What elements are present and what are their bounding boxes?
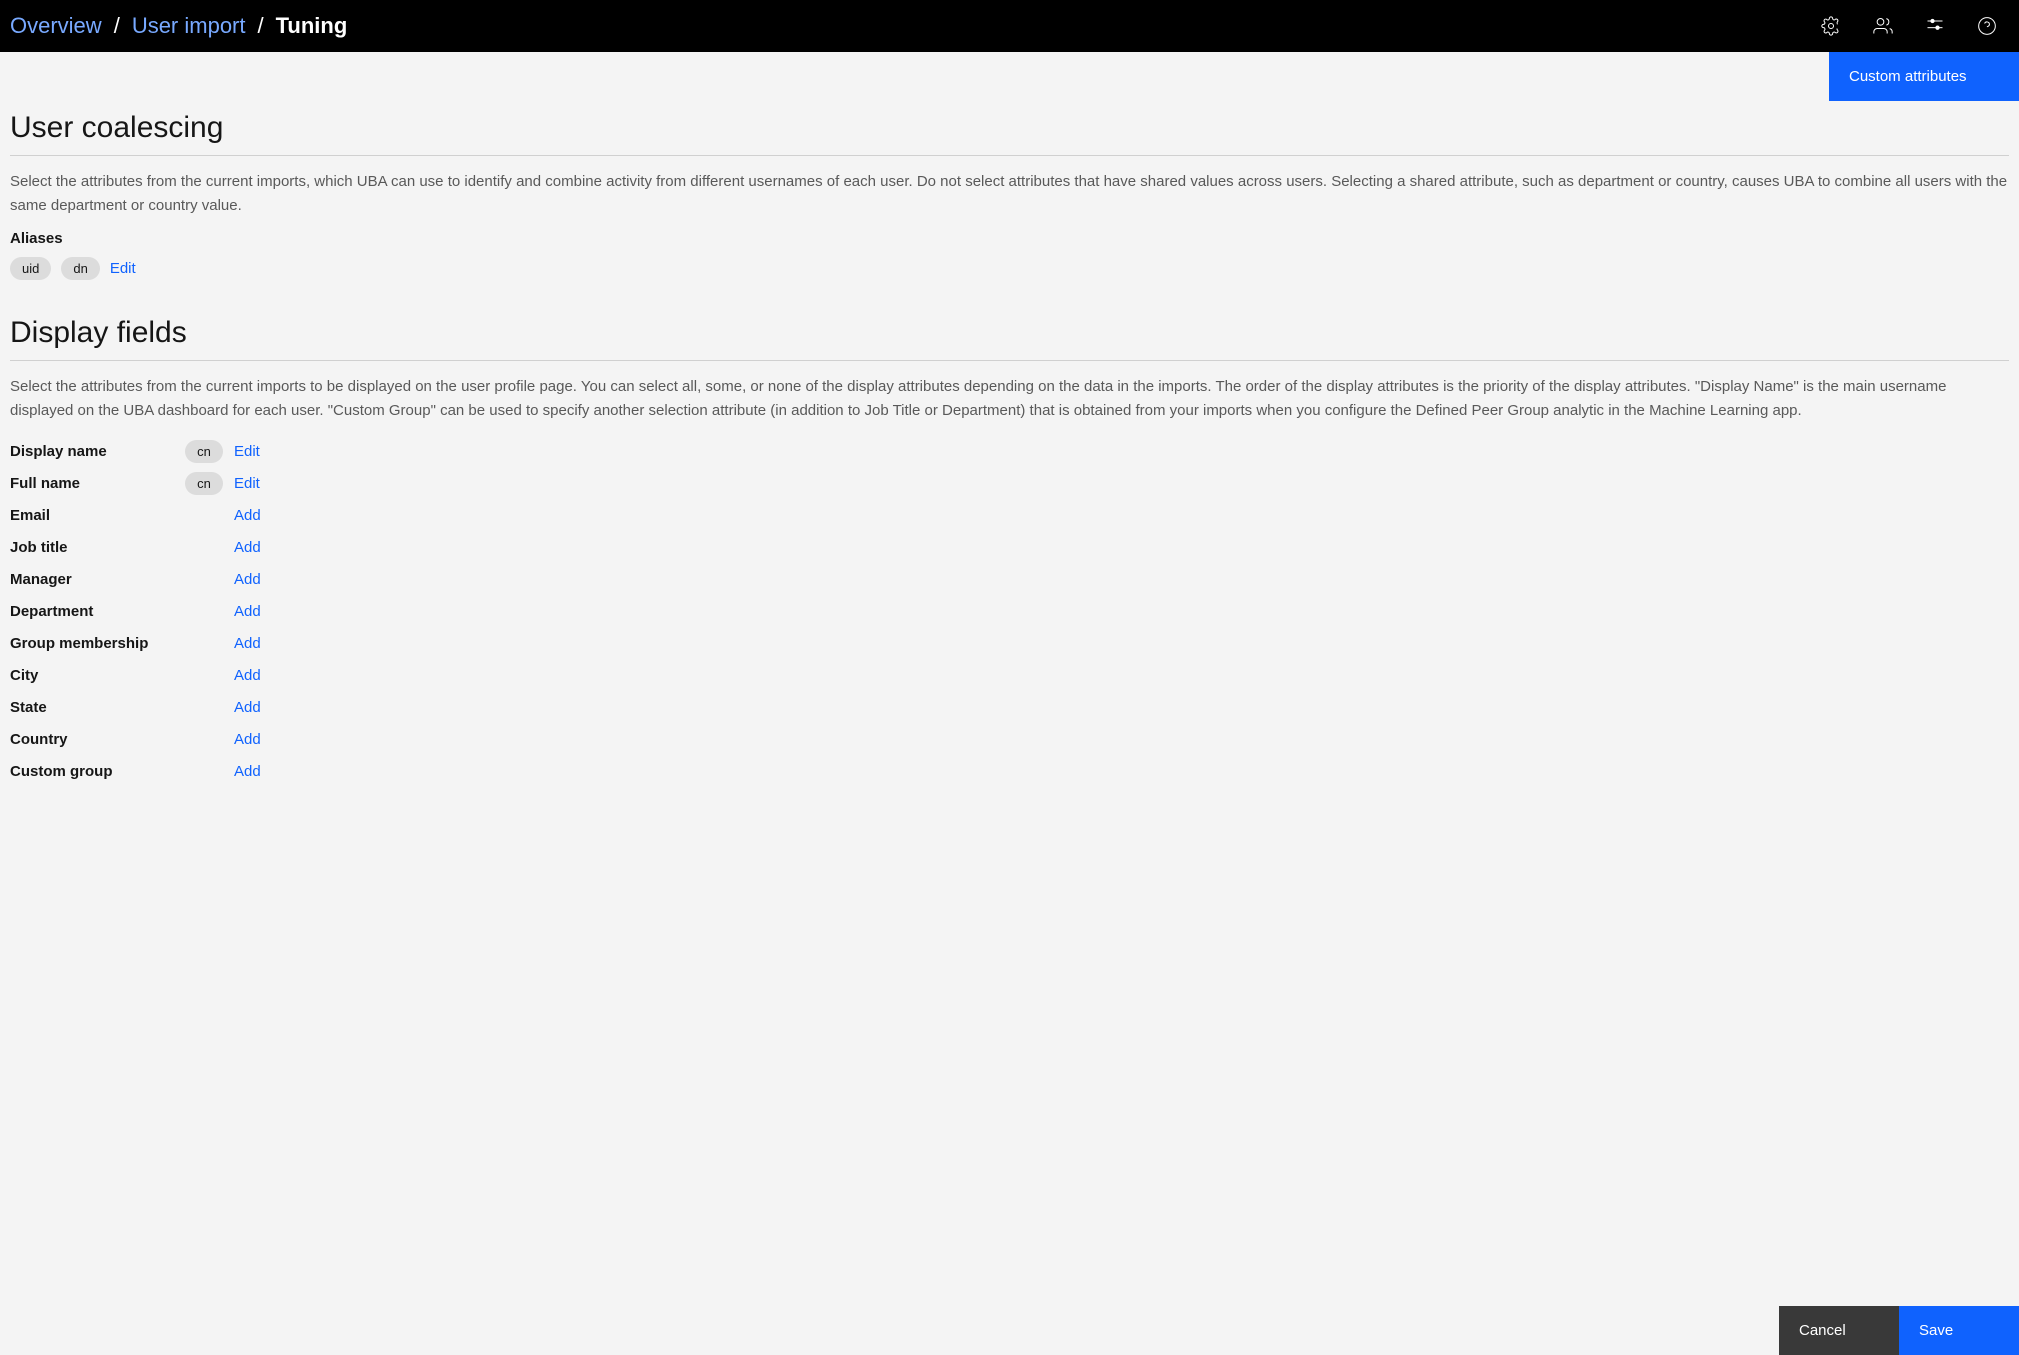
header-icons: [1809, 4, 2009, 48]
section-heading: User coalescing: [10, 111, 2009, 156]
field-row: Group membership Add: [10, 627, 2009, 659]
custom-attributes-button[interactable]: Custom attributes: [1829, 52, 2019, 101]
top-actions: Custom attributes: [0, 52, 2019, 101]
add-field-link[interactable]: Add: [234, 635, 261, 652]
add-field-link[interactable]: Add: [234, 763, 261, 780]
field-row: Full namecn Edit: [10, 467, 2009, 499]
add-field-link[interactable]: Add: [234, 699, 261, 716]
field-row: Display namecn Edit: [10, 435, 2009, 467]
section-description: Select the attributes from the current i…: [10, 170, 2009, 218]
add-field-link[interactable]: Add: [234, 539, 261, 556]
field-label: Display name: [10, 443, 182, 460]
field-label: Department: [10, 603, 182, 620]
section-description: Select the attributes from the current i…: [10, 375, 2009, 423]
cancel-button[interactable]: Cancel: [1779, 1306, 1899, 1355]
field-label: Job title: [10, 539, 182, 556]
breadcrumb-separator: /: [114, 13, 120, 39]
footer: Cancel Save: [1779, 1306, 2019, 1355]
field-row: Department Add: [10, 595, 2009, 627]
field-row: State Add: [10, 691, 2009, 723]
add-field-link[interactable]: Add: [234, 603, 261, 620]
field-row: Email Add: [10, 499, 2009, 531]
field-chip-column: cn: [182, 472, 226, 495]
field-chip-column: cn: [182, 440, 226, 463]
field-row: Country Add: [10, 723, 2009, 755]
edit-field-link[interactable]: Edit: [234, 443, 260, 460]
save-button[interactable]: Save: [1899, 1306, 2019, 1355]
breadcrumb-current: Tuning: [276, 13, 348, 39]
section-heading: Display fields: [10, 316, 2009, 361]
field-label: Full name: [10, 475, 182, 492]
sliders-icon[interactable]: [1913, 4, 1957, 48]
section-display-fields: Display fields Select the attributes fro…: [10, 316, 2009, 787]
section-user-coalescing: User coalescing Select the attributes fr…: [10, 111, 2009, 280]
alias-chip: dn: [61, 257, 99, 280]
aliases-row: uid dn Edit: [10, 257, 2009, 280]
add-field-link[interactable]: Add: [234, 667, 261, 684]
field-row: Manager Add: [10, 563, 2009, 595]
edit-aliases-link[interactable]: Edit: [110, 260, 136, 277]
aliases-label: Aliases: [10, 230, 2009, 247]
field-label: Manager: [10, 571, 182, 588]
field-label: Custom group: [10, 763, 182, 780]
field-label: City: [10, 667, 182, 684]
field-chip: cn: [185, 440, 223, 463]
alias-chip: uid: [10, 257, 51, 280]
add-field-link[interactable]: Add: [234, 571, 261, 588]
breadcrumb-separator: /: [258, 13, 264, 39]
field-label: Group membership: [10, 635, 182, 652]
field-label: Email: [10, 507, 182, 524]
field-label: State: [10, 699, 182, 716]
field-label: Country: [10, 731, 182, 748]
fields-table: Display namecn Edit Full namecn Edit Email Ad…: [10, 435, 2009, 787]
header: Overview / User import / Tuning: [0, 0, 2019, 52]
field-row: Job title Add: [10, 531, 2009, 563]
add-field-link[interactable]: Add: [234, 731, 261, 748]
field-chip: cn: [185, 472, 223, 495]
breadcrumb: Overview / User import / Tuning: [10, 13, 347, 39]
help-icon[interactable]: [1965, 4, 2009, 48]
field-row: Custom group Add: [10, 755, 2009, 787]
edit-field-link[interactable]: Edit: [234, 475, 260, 492]
field-row: City Add: [10, 659, 2009, 691]
breadcrumb-user-import[interactable]: User import: [132, 13, 246, 39]
settings-icon[interactable]: [1809, 4, 1853, 48]
breadcrumb-overview[interactable]: Overview: [10, 13, 102, 39]
content: User coalescing Select the attributes fr…: [0, 101, 2019, 903]
users-icon[interactable]: [1861, 4, 1905, 48]
add-field-link[interactable]: Add: [234, 507, 261, 524]
